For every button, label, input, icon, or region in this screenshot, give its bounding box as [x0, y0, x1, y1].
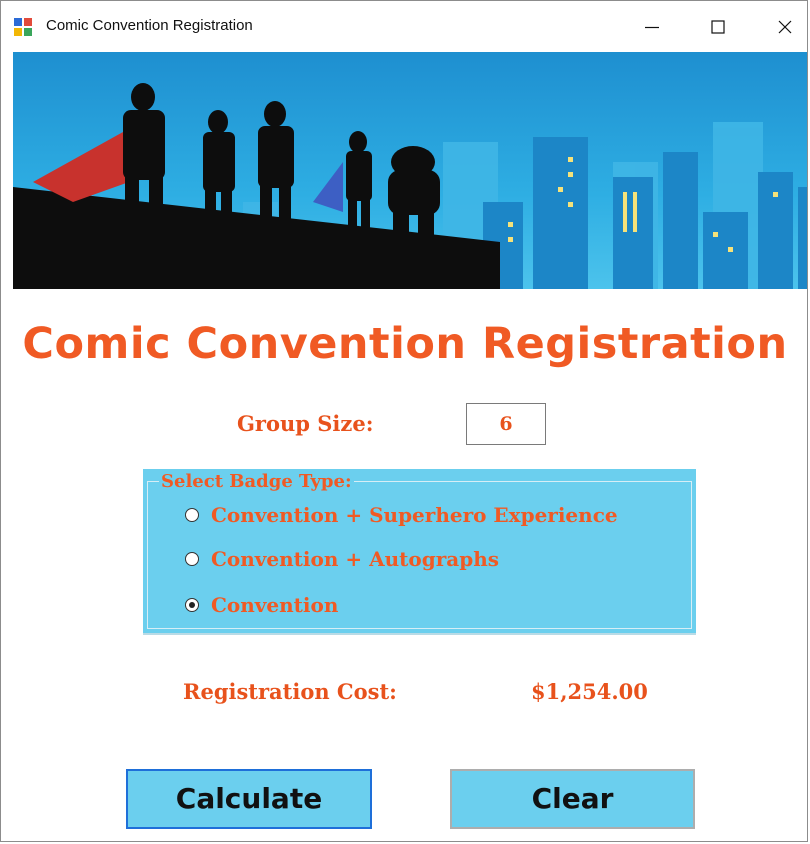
- radio-circle[interactable]: [185, 552, 199, 566]
- title-bar: Comic Convention Registration: [1, 1, 807, 51]
- maximize-icon: [711, 20, 725, 34]
- registration-cost-value: $1,254.00: [531, 679, 648, 704]
- radio-option-convention[interactable]: Convention: [185, 593, 338, 617]
- registration-cost-label: Registration Cost:: [183, 679, 397, 704]
- radio-option-autographs[interactable]: Convention + Autographs: [185, 547, 499, 571]
- minimize-icon: [645, 26, 659, 29]
- clear-button[interactable]: Clear: [450, 769, 695, 829]
- app-window-icon: [14, 18, 32, 36]
- radio-label: Convention: [211, 593, 339, 617]
- form-heading: Comic Convention Registration: [22, 319, 788, 369]
- group-size-input[interactable]: [466, 403, 546, 445]
- maximize-button[interactable]: [698, 11, 738, 43]
- radio-circle-selected[interactable]: [185, 598, 199, 612]
- window-title: Comic Convention Registration: [46, 17, 253, 34]
- badge-type-title: Select Badge Type:: [159, 471, 354, 493]
- radio-circle[interactable]: [185, 508, 199, 522]
- radio-label: Convention + Superhero Experience: [211, 503, 618, 527]
- close-icon: [778, 20, 792, 34]
- radio-option-superhero-experience[interactable]: Convention + Superhero Experience: [185, 503, 618, 527]
- calculate-button[interactable]: Calculate: [126, 769, 372, 829]
- group-size-label: Group Size:: [237, 411, 374, 436]
- app-window: Comic Convention Registration Comic Conv…: [0, 0, 808, 842]
- radio-label: Convention + Autographs: [211, 547, 499, 571]
- superhero-banner-image: [13, 52, 807, 289]
- minimize-button[interactable]: [632, 11, 672, 43]
- close-button[interactable]: [765, 11, 805, 43]
- badge-type-groupbox: Select Badge Type: Convention + Superher…: [143, 469, 696, 635]
